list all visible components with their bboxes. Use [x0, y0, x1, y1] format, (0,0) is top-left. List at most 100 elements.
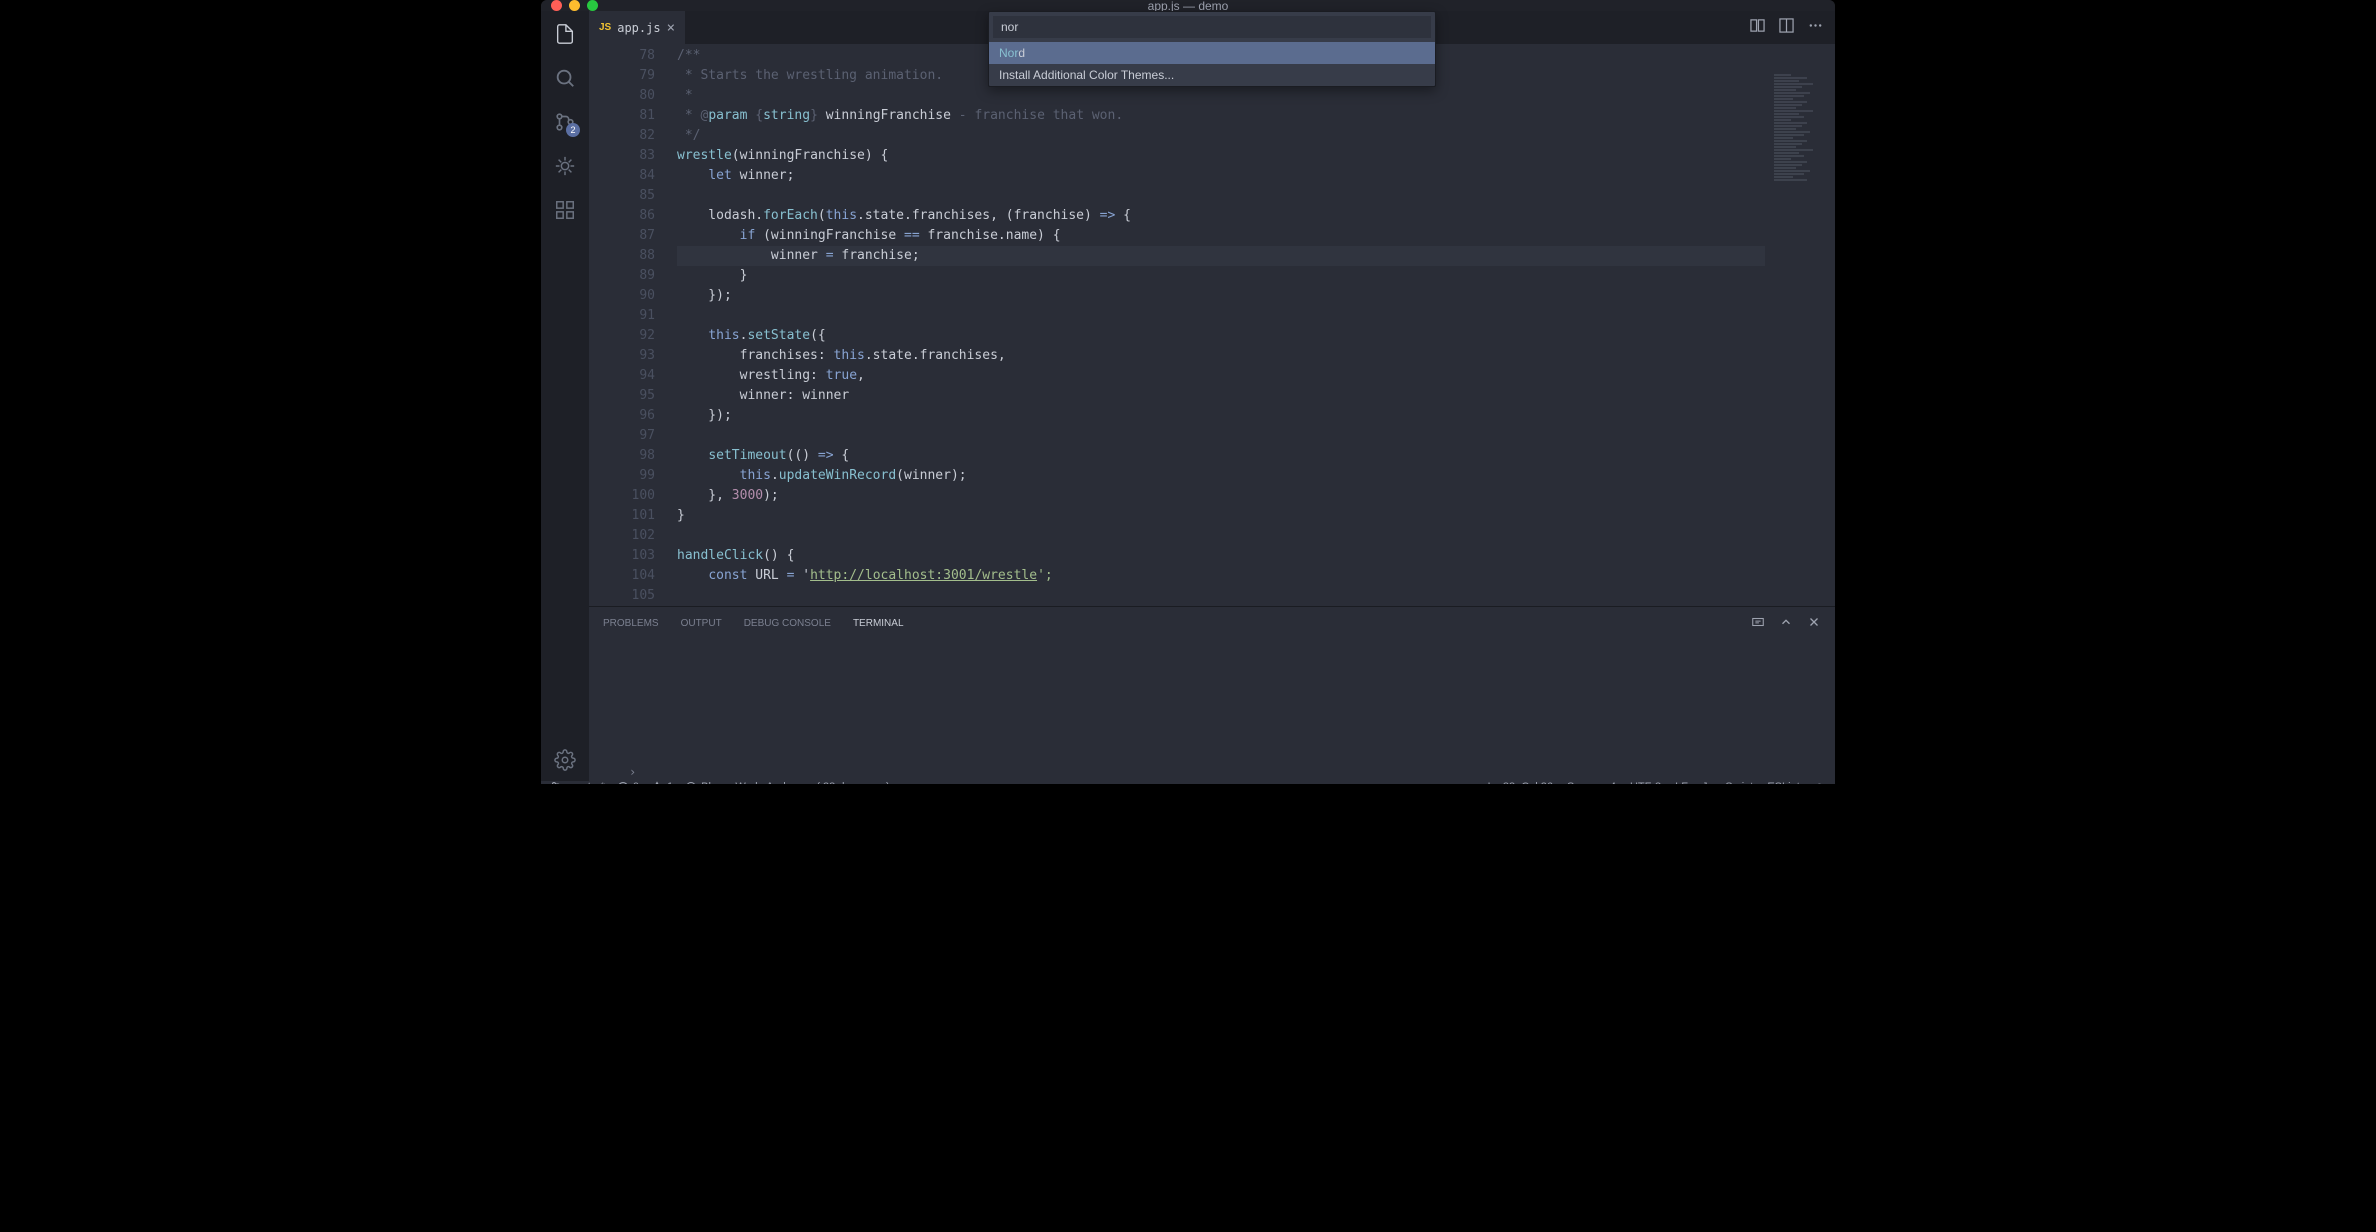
- code-line[interactable]: [677, 586, 1765, 606]
- explorer-icon[interactable]: [552, 21, 578, 47]
- code-line[interactable]: [677, 526, 1765, 546]
- split-editor-icon[interactable]: [1779, 18, 1794, 37]
- code-line[interactable]: }: [677, 266, 1765, 286]
- source-control-icon[interactable]: 2: [552, 109, 578, 135]
- code-line[interactable]: wrestle(winningFranchise) {: [677, 146, 1765, 166]
- close-window-button[interactable]: [551, 0, 562, 11]
- panel-maximize-icon[interactable]: [1779, 615, 1793, 632]
- status-encoding[interactable]: UTF-8: [1630, 781, 1661, 784]
- line-number: 94: [589, 366, 655, 386]
- line-number: 96: [589, 406, 655, 426]
- code-content[interactable]: /** * Starts the wrestling animation. * …: [677, 44, 1765, 606]
- code-line[interactable]: }, 3000);: [677, 486, 1765, 506]
- code-line[interactable]: * @param {string} winningFranchise - fra…: [677, 106, 1765, 126]
- line-number: 97: [589, 426, 655, 446]
- line-number: 104: [589, 566, 655, 586]
- panel-clear-icon[interactable]: [1751, 615, 1765, 632]
- line-number: 103: [589, 546, 655, 566]
- line-number: 82: [589, 126, 655, 146]
- panel-tab-terminal[interactable]: TERMINAL: [853, 618, 904, 629]
- search-icon[interactable]: [552, 65, 578, 91]
- status-position[interactable]: Ln 88, Col 36: [1488, 781, 1553, 784]
- tab-label: app.js: [617, 21, 660, 35]
- code-line[interactable]: });: [677, 286, 1765, 306]
- line-gutter: 7879808182838485868788899091929394959697…: [589, 44, 677, 606]
- line-number: 88: [589, 246, 655, 266]
- code-line[interactable]: const URL = 'http://localhost:3001/wrest…: [677, 566, 1765, 586]
- code-line[interactable]: if (winningFranchise == franchise.name) …: [677, 226, 1765, 246]
- minimap[interactable]: [1765, 44, 1835, 606]
- status-eol[interactable]: LF: [1675, 781, 1688, 784]
- js-file-icon: JS: [599, 22, 611, 33]
- panel-tab-problems[interactable]: PROBLEMS: [603, 618, 659, 629]
- code-line[interactable]: franchises: this.state.franchises,: [677, 346, 1765, 366]
- terminal-body[interactable]: [589, 639, 1835, 763]
- code-line[interactable]: this.setState({: [677, 326, 1765, 346]
- line-number: 92: [589, 326, 655, 346]
- editor-pane[interactable]: 7879808182838485868788899091929394959697…: [589, 44, 1835, 606]
- code-line[interactable]: winner = franchise;: [677, 246, 1765, 266]
- panel-close-icon[interactable]: [1807, 615, 1821, 632]
- code-line[interactable]: setTimeout(() => {: [677, 446, 1765, 466]
- line-number: 100: [589, 486, 655, 506]
- code-line[interactable]: [677, 186, 1765, 206]
- line-number: 87: [589, 226, 655, 246]
- code-line[interactable]: [677, 426, 1765, 446]
- editor-actions: [1750, 11, 1835, 44]
- code-line[interactable]: wrestling: true,: [677, 366, 1765, 386]
- command-palette-list: Nord Install Additional Color Themes...: [989, 42, 1435, 86]
- more-actions-icon[interactable]: [1808, 18, 1823, 37]
- code-line[interactable]: });: [677, 406, 1765, 426]
- maximize-window-button[interactable]: [587, 0, 598, 11]
- code-line[interactable]: */: [677, 126, 1765, 146]
- quick-item-nord[interactable]: Nord: [989, 42, 1435, 64]
- code-line[interactable]: *: [677, 86, 1765, 106]
- editor-area: JS app.js × Nord Install Additional Colo…: [589, 11, 1835, 781]
- status-warnings[interactable]: 1: [651, 781, 673, 784]
- line-number: 84: [589, 166, 655, 186]
- line-number: 93: [589, 346, 655, 366]
- line-number: 101: [589, 506, 655, 526]
- line-number: 81: [589, 106, 655, 126]
- quick-item-install-themes[interactable]: Install Additional Color Themes...: [989, 64, 1435, 86]
- breadcrumb-arrow: ›: [629, 765, 636, 779]
- code-line[interactable]: handleClick() {: [677, 546, 1765, 566]
- line-number: 86: [589, 206, 655, 226]
- panel-tab-debug-console[interactable]: DEBUG CONSOLE: [744, 618, 831, 629]
- line-number: 105: [589, 586, 655, 606]
- settings-gear-icon[interactable]: [552, 747, 578, 773]
- status-errors[interactable]: 0: [617, 781, 639, 784]
- status-spaces[interactable]: Spaces: 4: [1567, 781, 1616, 784]
- line-number: 95: [589, 386, 655, 406]
- panel-tab-output[interactable]: OUTPUT: [681, 618, 722, 629]
- command-palette-input[interactable]: [993, 16, 1431, 38]
- code-line[interactable]: }: [677, 506, 1765, 526]
- tab-app-js[interactable]: JS app.js ×: [589, 11, 685, 44]
- minimize-window-button[interactable]: [569, 0, 580, 11]
- code-line[interactable]: [677, 306, 1765, 326]
- line-number: 85: [589, 186, 655, 206]
- code-line[interactable]: let winner;: [677, 166, 1765, 186]
- line-number: 91: [589, 306, 655, 326]
- breadcrumb: ›: [589, 763, 1835, 781]
- code-line[interactable]: winner: winner: [677, 386, 1765, 406]
- status-lang[interactable]: JavaScript: [1702, 781, 1753, 784]
- status-blame[interactable]: Blame Wade Anderson ( 38 days ago ): [685, 781, 890, 784]
- code-line[interactable]: this.updateWinRecord(winner);: [677, 466, 1765, 486]
- status-eslint[interactable]: ESLint: [1767, 781, 1799, 784]
- tab-close-icon[interactable]: ×: [667, 20, 675, 36]
- line-number: 99: [589, 466, 655, 486]
- status-feedback-icon[interactable]: ☺: [1814, 781, 1825, 784]
- debug-icon[interactable]: [552, 153, 578, 179]
- compare-icon[interactable]: [1750, 18, 1765, 37]
- line-number: 83: [589, 146, 655, 166]
- main-body: 2 JS app.js ×: [541, 11, 1835, 781]
- extensions-icon[interactable]: [552, 197, 578, 223]
- activity-bar: 2: [541, 11, 589, 781]
- line-number: 79: [589, 66, 655, 86]
- line-number: 98: [589, 446, 655, 466]
- minimap-content: [1774, 74, 1829, 234]
- code-line[interactable]: lodash.forEach(this.state.franchises, (f…: [677, 206, 1765, 226]
- traffic-lights: [551, 0, 598, 11]
- status-branch[interactable]: master*: [551, 781, 605, 784]
